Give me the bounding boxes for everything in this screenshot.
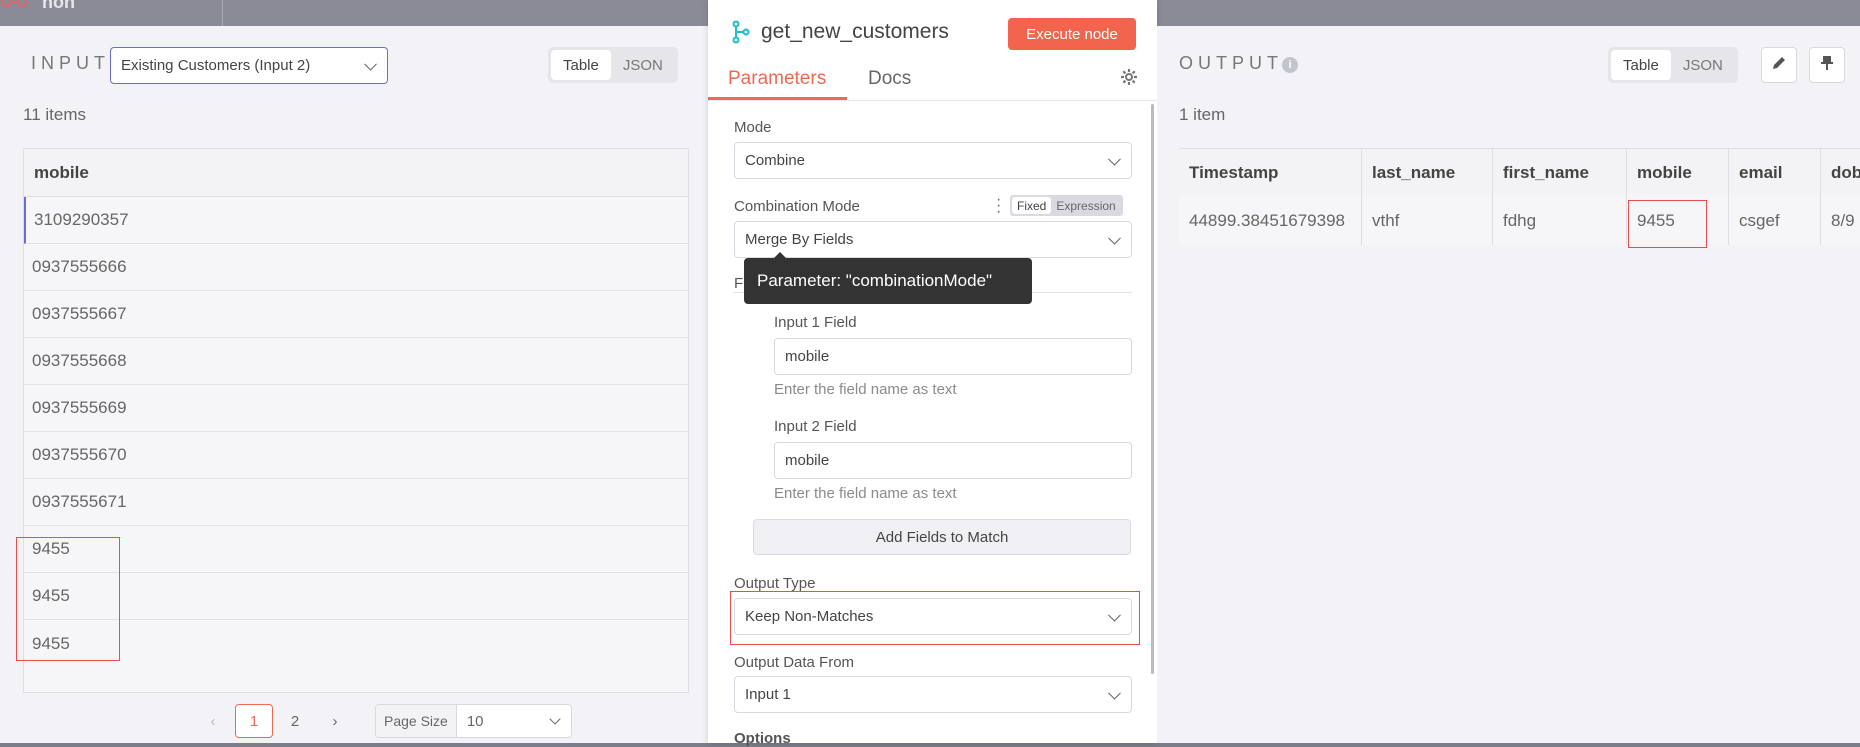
cell-last-name[interactable]: vthf	[1362, 196, 1493, 245]
output-item-count: 1 item	[1179, 105, 1226, 124]
fixed-expression-toggle: Fixed Expression	[1010, 195, 1123, 216]
output-table-header: Timestamp last_name first_name mobile em…	[1179, 149, 1860, 196]
scrollbar[interactable]	[1151, 104, 1154, 674]
merge-icon	[731, 20, 751, 44]
input-column-header: mobile	[24, 149, 688, 197]
cell-email[interactable]: csgef	[1729, 196, 1821, 245]
table-row: 44899.38451679398 vthf fdhg 9455 csgef 8…	[1179, 196, 1860, 245]
next-page-icon[interactable]: ›	[317, 705, 353, 737]
mode-label: Mode	[734, 119, 772, 136]
chevron-down-icon	[1108, 152, 1121, 166]
page-size-value-wrap: 10	[457, 705, 571, 737]
table-row[interactable]: 0937555671	[24, 479, 688, 526]
table-row[interactable]: 3109290357	[24, 197, 688, 244]
active-tab-indicator	[708, 97, 847, 100]
column-header-first-name: first_name	[1493, 149, 1627, 196]
input-json-tab[interactable]: JSON	[611, 50, 675, 80]
node-header: get_new_customers Execute node Parameter…	[708, 0, 1157, 101]
page-button-2[interactable]: 2	[277, 705, 313, 737]
combination-mode-label: Combination Mode	[734, 198, 860, 215]
node-title[interactable]: get_new_customers	[761, 20, 949, 44]
highlight-box	[1628, 200, 1707, 248]
output-table-tab[interactable]: Table	[1611, 50, 1671, 80]
page-button-1[interactable]: 1	[235, 704, 273, 738]
column-header-mobile: mobile	[1627, 149, 1729, 196]
output-view-toggle: Table JSON	[1608, 47, 1738, 83]
add-fields-to-match-button[interactable]: Add Fields to Match	[753, 519, 1131, 555]
table-row[interactable]: 0937555669	[24, 385, 688, 432]
input-pagination: ‹ 1 2 › Page Size 10	[195, 704, 572, 738]
table-row[interactable]: 0937555667	[24, 291, 688, 338]
column-header-email: email	[1729, 149, 1821, 196]
node-parameters-panel: get_new_customers Execute node Parameter…	[708, 0, 1157, 747]
cell-timestamp[interactable]: 44899.38451679398	[1179, 196, 1362, 245]
input2-field-hint: Enter the field name as text	[774, 485, 957, 502]
app-name: non	[42, 0, 75, 12]
combination-mode-select[interactable]: Merge By Fields	[734, 221, 1132, 258]
input-table-tab[interactable]: Table	[551, 50, 611, 80]
prev-page-icon[interactable]: ‹	[195, 705, 231, 737]
chevron-down-icon	[1108, 231, 1121, 245]
page-size-value: 10	[466, 712, 484, 730]
chevron-down-icon	[1108, 686, 1121, 700]
output-data-from-value: Input 1	[745, 686, 791, 703]
column-header-dob: dob	[1821, 149, 1860, 196]
info-icon[interactable]: i	[1282, 57, 1298, 73]
input-source-value: Existing Customers (Input 2)	[121, 57, 311, 74]
input-title: INPUT	[31, 53, 110, 73]
input-view-toggle: Table JSON	[548, 47, 678, 83]
mode-value: Combine	[745, 152, 806, 169]
options-label: Options	[734, 730, 791, 747]
parameter-tooltip: Parameter: "combinationMode"	[744, 252, 1032, 304]
output-data-from-select[interactable]: Input 1	[734, 676, 1132, 713]
page-size-select[interactable]: Page Size 10	[375, 704, 572, 738]
output-json-tab[interactable]: JSON	[1671, 50, 1735, 80]
output-title: OUTPUT	[1179, 53, 1283, 73]
input2-field-label: Input 2 Field	[774, 418, 857, 435]
input-table: mobile 3109290357 0937555666 0937555667 …	[23, 148, 689, 693]
tab-parameters[interactable]: Parameters	[728, 68, 826, 90]
edit-output-button[interactable]	[1761, 47, 1797, 83]
more-options-icon[interactable]: · · ·	[996, 192, 1001, 220]
table-row[interactable]: 9455	[24, 526, 688, 573]
combination-mode-value: Merge By Fields	[745, 231, 854, 248]
mode-select[interactable]: Combine	[734, 142, 1132, 179]
table-row[interactable]: 0937555668	[24, 338, 688, 385]
tab-docs[interactable]: Docs	[868, 68, 911, 90]
highlight-box	[16, 537, 120, 661]
output-panel: OUTPUT i Table JSON 1 item	[1157, 26, 1860, 743]
input2-field-value: mobile	[785, 452, 830, 469]
output-type-label: Output Type	[734, 575, 816, 592]
column-header-last-name: last_name	[1362, 149, 1493, 196]
cell-first-name[interactable]: fdhg	[1493, 196, 1627, 245]
n8n-logo-icon	[0, 0, 40, 14]
chevron-down-icon	[364, 57, 377, 71]
gear-icon[interactable]	[1120, 68, 1140, 88]
pin-icon	[1820, 55, 1834, 76]
pin-data-button[interactable]	[1809, 47, 1845, 83]
header-divider	[222, 0, 223, 26]
fixed-option[interactable]: Fixed	[1012, 197, 1052, 214]
highlight-box	[730, 591, 1140, 645]
table-row[interactable]: 0937555670	[24, 432, 688, 479]
cell-dob[interactable]: 8/9	[1821, 196, 1860, 245]
chevron-down-icon	[549, 713, 561, 725]
input1-field-input[interactable]: mobile	[774, 338, 1132, 375]
page-size-label: Page Size	[376, 705, 457, 737]
input2-field-input[interactable]: mobile	[774, 442, 1132, 479]
pencil-icon	[1771, 55, 1787, 76]
table-row[interactable]: 0937555666	[24, 244, 688, 291]
expression-option[interactable]: Expression	[1051, 197, 1120, 214]
input1-field-label: Input 1 Field	[774, 314, 857, 331]
table-row[interactable]: 9455	[24, 573, 688, 620]
table-row[interactable]: 9455	[24, 620, 688, 667]
input1-field-value: mobile	[785, 348, 830, 365]
column-header-timestamp: Timestamp	[1179, 149, 1362, 196]
input1-field-hint: Enter the field name as text	[774, 381, 957, 398]
output-data-from-label: Output Data From	[734, 654, 855, 671]
input-panel: INPUT Existing Customers (Input 2) Table…	[0, 26, 708, 743]
input-source-select[interactable]: Existing Customers (Input 2)	[110, 47, 388, 84]
input-item-count: 11 items	[23, 105, 86, 124]
execute-node-button[interactable]: Execute node	[1008, 18, 1136, 50]
